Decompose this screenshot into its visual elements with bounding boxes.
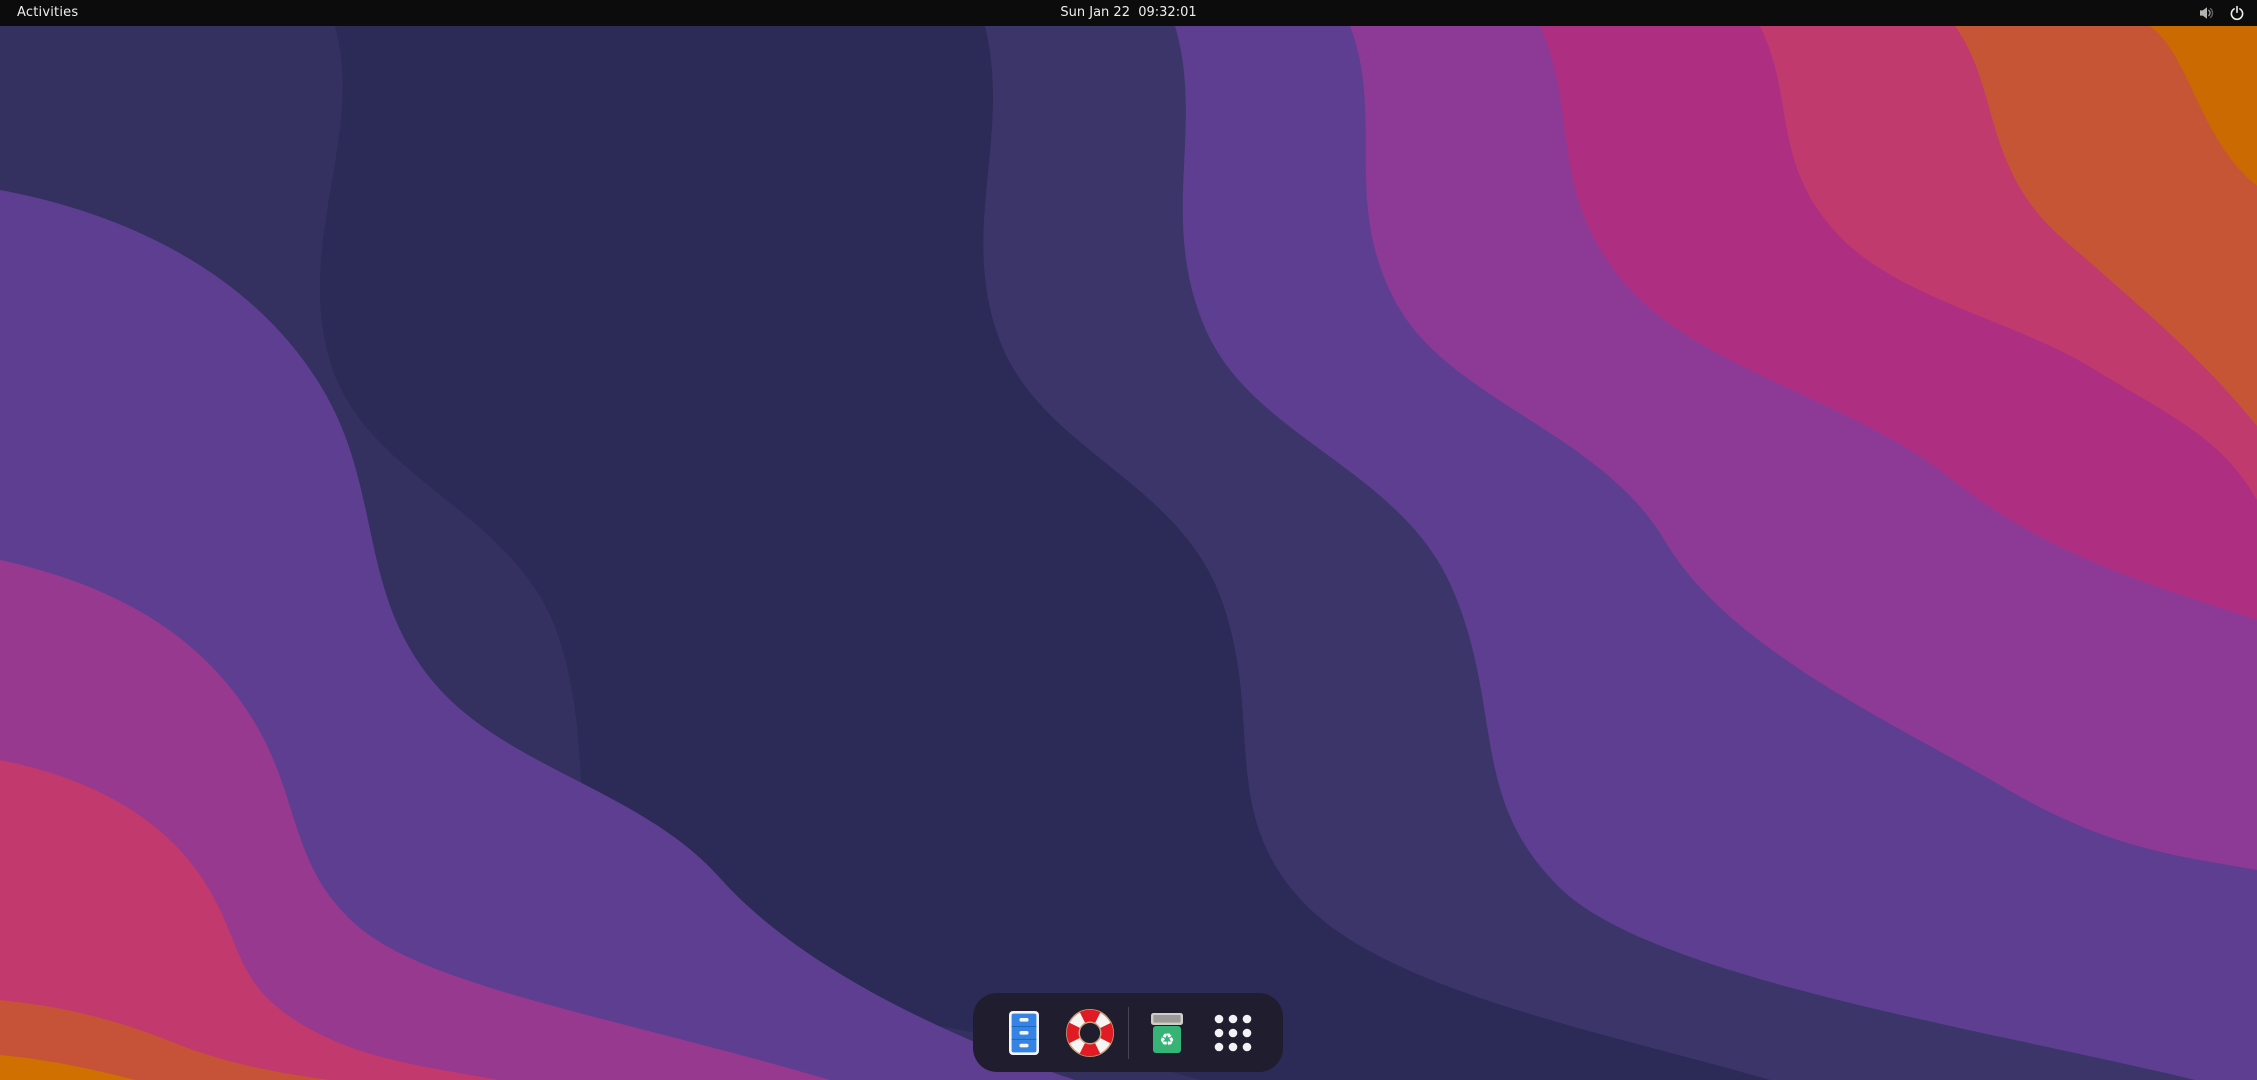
system-status-area[interactable] [2198, 0, 2245, 26]
dock-item-show-applications[interactable] [1205, 1005, 1261, 1061]
recycle-glyph: ♻ [1159, 1030, 1174, 1050]
dock-item-files[interactable] [996, 1005, 1052, 1061]
power-icon[interactable] [2229, 5, 2245, 21]
files-icon [999, 1008, 1049, 1058]
activities-button[interactable]: Activities [17, 0, 78, 26]
dock-item-help[interactable] [1062, 1005, 1118, 1061]
top-bar: Activities Sun Jan 22 09:32:01 [0, 0, 2257, 26]
clock-button[interactable]: Sun Jan 22 09:32:01 [1060, 0, 1196, 26]
dock-item-trash[interactable]: ♻ [1139, 1005, 1195, 1061]
desktop-wallpaper [0, 26, 2257, 1080]
dash-dock: ♻ [973, 993, 1283, 1072]
trash-icon: ♻ [1142, 1008, 1192, 1058]
dock-separator [1128, 1007, 1129, 1059]
volume-icon[interactable] [2198, 5, 2215, 21]
help-lifebuoy-icon [1064, 1007, 1116, 1059]
show-applications-grid-icon [1208, 1008, 1258, 1058]
